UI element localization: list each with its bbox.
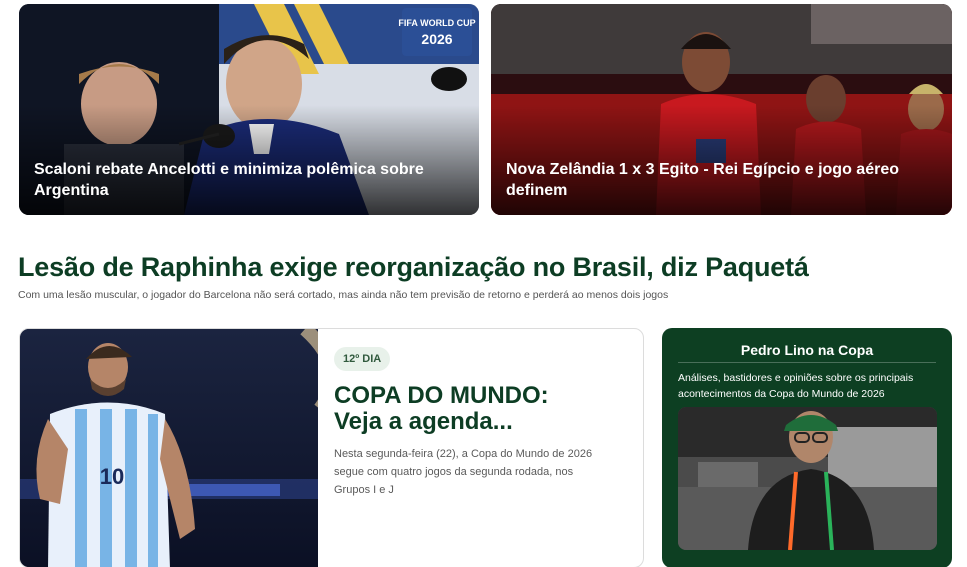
pedro-title[interactable]: Pedro Lino na Copa: [662, 342, 952, 358]
svg-text:FIFA WORLD CUP: FIFA WORLD CUP: [398, 18, 475, 28]
day-badge: 12º DIA: [334, 347, 391, 371]
divider: [678, 362, 936, 363]
copa-description: Nesta segunda-feira (22), a Copa do Mund…: [334, 448, 593, 496]
messi-photo: 10: [20, 329, 318, 567]
news-card-nova-zelandia-egito[interactable]: Nova Zelândia 1 x 3 Egito - Rei Egípcio …: [491, 4, 952, 215]
news-card-scaloni[interactable]: FIFA WORLD CUP 2026 Scaloni rebate Ancel…: [19, 4, 479, 215]
card-caption[interactable]: Nova Zelândia 1 x 3 Egito - Rei Egípcio …: [506, 159, 922, 201]
card-caption[interactable]: Scaloni rebate Ancelotti e minimiza polê…: [34, 159, 449, 201]
headline-subtitle: Com uma lesão muscular, o jogador do Bar…: [18, 289, 669, 301]
copa-agenda-card[interactable]: 10 12º DIA COPA DO MUNDO: Veja a agenda.…: [19, 328, 644, 567]
svg-text:2026: 2026: [421, 31, 452, 47]
headline-title[interactable]: Lesão de Raphinha exige reorganização no…: [18, 252, 958, 283]
pedro-lino-card[interactable]: Pedro Lino na Copa Análises, bastidores …: [662, 328, 952, 567]
copa-title[interactable]: COPA DO MUNDO: Veja a agenda...: [334, 383, 594, 435]
pedro-photo: [678, 407, 937, 550]
svg-text:10: 10: [100, 464, 124, 489]
pedro-description: Análises, bastidores e opiniões sobre os…: [678, 372, 914, 400]
